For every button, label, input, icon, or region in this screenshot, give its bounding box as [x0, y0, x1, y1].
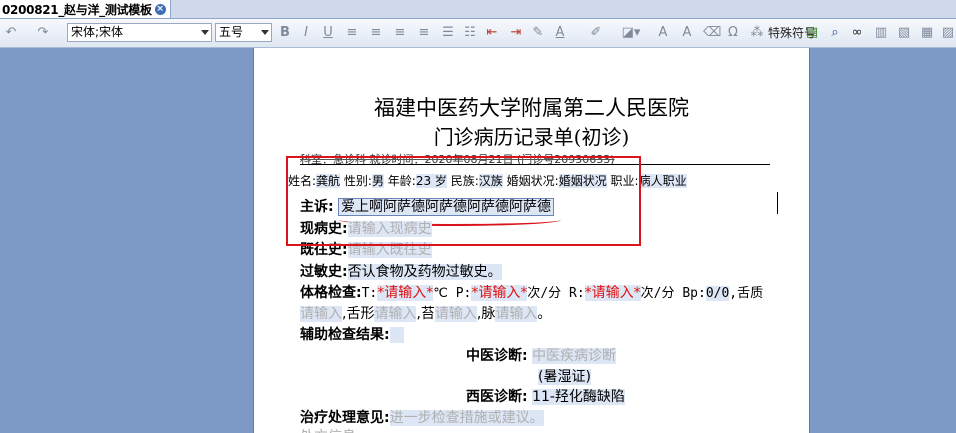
- font-size-select[interactable]: 五号: [215, 23, 272, 42]
- symbol-icon[interactable]: Ω: [726, 23, 740, 43]
- tcm-diagnosis-row: 中医诊断: 中医疾病诊断: [466, 348, 617, 364]
- format-icon[interactable]: ▧: [895, 23, 913, 43]
- text-caret: [777, 192, 778, 214]
- insert-note-icon[interactable]: ▤: [803, 23, 821, 43]
- editor-toolbar: ↶ ↷ 宋体;宋体 五号 B I U ≡ ≡ ≡ ≡ ☰ ☷ ⇤ ⇥ ✎ A ✐…: [0, 19, 956, 48]
- record-subtitle: 门诊病历记录单(初诊): [433, 125, 630, 149]
- close-icon[interactable]: ×: [154, 3, 166, 15]
- blood-pressure-field[interactable]: 0/0: [705, 286, 730, 301]
- search-icon[interactable]: ⌕: [826, 23, 844, 43]
- font-name-value: 宋体;宋体: [71, 25, 124, 39]
- bold-icon[interactable]: B: [278, 23, 292, 43]
- annotation-box: [286, 156, 641, 246]
- temperature-field[interactable]: *请输入*: [377, 285, 434, 301]
- tongue-pulse-row: 请输入,舌形请输入,苔请输入,脉请输入。: [300, 306, 552, 322]
- tab-label: 0200821_赵与洋_测试模板: [2, 2, 152, 17]
- font-color-icon[interactable]: A: [552, 23, 568, 43]
- pulse-field[interactable]: *请输入*: [471, 285, 528, 301]
- tongue-coating-field[interactable]: 请输入: [434, 306, 477, 322]
- treatment-row: 治疗处理意见:进一步检查措施或建议。: [300, 410, 544, 426]
- line-spacing-icon[interactable]: ☰: [441, 23, 455, 43]
- font-name-select[interactable]: 宋体;宋体: [67, 23, 212, 42]
- highlight-icon[interactable]: ✐: [588, 23, 604, 43]
- respiration-field[interactable]: *请输入*: [584, 285, 641, 301]
- align-center-icon[interactable]: ≡: [369, 23, 383, 43]
- table-icon[interactable]: ▦: [918, 23, 936, 43]
- shrink-font-icon[interactable]: A: [680, 23, 694, 43]
- indent-increase-icon[interactable]: ⇥: [508, 23, 524, 43]
- tab-strip: 0200821_赵与洋_测试模板 ×: [0, 0, 956, 19]
- clear-format-icon[interactable]: ⌫: [703, 23, 721, 43]
- allergy-field[interactable]: 否认食物及药物过敏史。: [347, 264, 502, 280]
- indent-decrease-icon[interactable]: ⇤: [484, 23, 500, 43]
- fill-color-icon[interactable]: ◪▾: [620, 23, 642, 43]
- special-char-icon[interactable]: ⁂: [750, 23, 764, 43]
- font-size-value: 五号: [219, 25, 244, 39]
- tab-document[interactable]: 0200821_赵与洋_测试模板 ×: [0, 0, 171, 19]
- undo-icon[interactable]: ↶: [2, 23, 20, 43]
- redo-icon[interactable]: ↷: [34, 23, 52, 43]
- more-icon[interactable]: ▨: [940, 23, 956, 43]
- find-binoculars-icon[interactable]: ∞: [848, 23, 866, 43]
- brush-icon[interactable]: ✎: [530, 23, 546, 43]
- align-left-icon[interactable]: ≡: [345, 23, 359, 43]
- patient-job[interactable]: 病人职业: [638, 174, 687, 188]
- allergy-row: 过敏史:否认食物及药物过敏史。: [300, 264, 502, 280]
- wm-diagnosis-field[interactable]: 11-羟化酶缺陷: [532, 389, 625, 405]
- underline-icon[interactable]: U: [321, 23, 335, 43]
- prescription-row: 处方信息: [300, 426, 356, 433]
- page-setup-icon[interactable]: ▥: [872, 23, 890, 43]
- grow-font-icon[interactable]: A: [656, 23, 670, 43]
- justify-icon[interactable]: ≡: [417, 23, 431, 43]
- list-icon[interactable]: ☷: [463, 23, 477, 43]
- tcm-syndrome: (暑湿证): [538, 366, 591, 386]
- physical-exam-row: 体格检查:T:*请输入*℃ P:*请输入*次/分 R:*请输入*次/分 Bp:0…: [300, 285, 764, 301]
- auxiliary-exam-row: 辅助检查结果:: [300, 324, 404, 344]
- tcm-syndrome-field[interactable]: (暑湿证): [538, 369, 591, 385]
- auxiliary-exam-field[interactable]: [389, 327, 404, 343]
- tcm-diagnosis-field[interactable]: 中医疾病诊断: [532, 348, 617, 364]
- tongue-quality-field[interactable]: 请输入: [300, 306, 342, 322]
- pulse-type-field[interactable]: 请输入: [495, 306, 538, 322]
- hospital-title: 福建中医药大学附属第二人民医院: [374, 96, 689, 120]
- treatment-field[interactable]: 进一步检查措施或建议。: [389, 410, 544, 426]
- align-right-icon[interactable]: ≡: [393, 23, 407, 43]
- wm-diagnosis-row: 西医诊断: 11-羟化酶缺陷: [466, 389, 625, 405]
- italic-icon[interactable]: I: [299, 23, 313, 43]
- tongue-shape-field[interactable]: 请输入: [374, 306, 417, 322]
